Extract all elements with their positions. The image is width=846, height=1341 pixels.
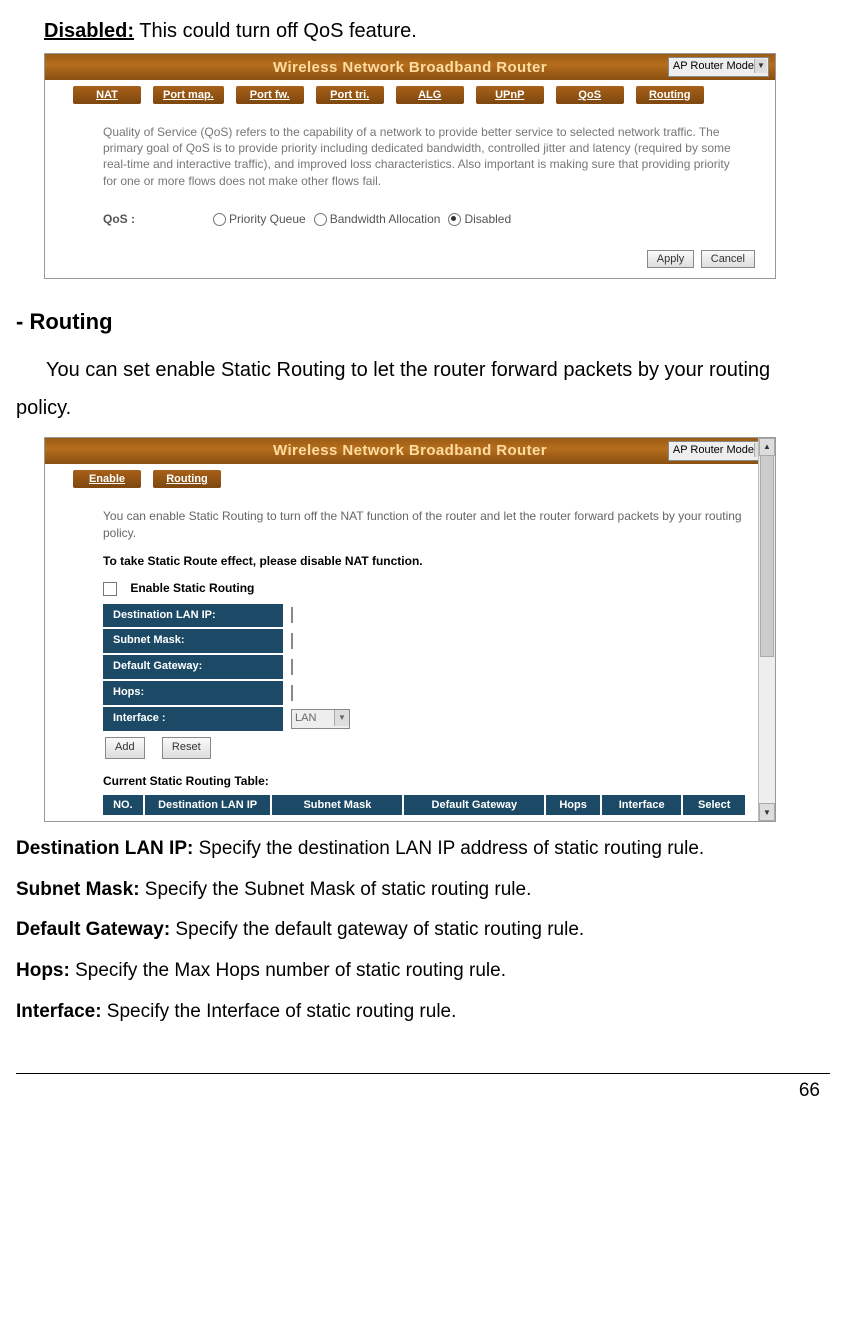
scroll-thumb[interactable]	[760, 455, 774, 657]
routing-content: You can enable Static Routing to turn of…	[45, 494, 775, 821]
reset-button[interactable]: Reset	[162, 737, 211, 759]
tab-alg[interactable]: ALG	[396, 86, 464, 104]
tab-port-tri[interactable]: Port tri.	[316, 86, 384, 104]
nav-tabs: NAT Port map. Port fw. Port tri. ALG UPn…	[45, 80, 775, 110]
dg-label: Default Gateway:	[103, 654, 283, 680]
qos-label: QoS :	[103, 211, 213, 227]
def-hops: Hops: Specify the Max Hops number of sta…	[16, 958, 830, 985]
enable-checkbox[interactable]	[103, 582, 117, 596]
mode-select[interactable]: AP Router Mode ▼	[668, 441, 769, 461]
add-button[interactable]: Add	[105, 737, 145, 759]
routing-heading: - Routing	[16, 309, 830, 335]
routing-screenshot: Wireless Network Broadband Router AP Rou…	[44, 437, 776, 822]
page-number: 66	[799, 1080, 820, 1101]
banner-title: Wireless Network Broadband Router	[273, 442, 547, 459]
hops-input[interactable]	[291, 685, 293, 701]
iface-label: Interface :	[103, 706, 283, 732]
scrollbar[interactable]: ▲ ▼	[758, 438, 775, 821]
chevron-down-icon: ▼	[334, 710, 349, 726]
tab-nat[interactable]: NAT	[73, 86, 141, 104]
th-sel: Select	[682, 795, 745, 816]
mode-select-value: AP Router Mode	[673, 444, 754, 456]
tab-port-map[interactable]: Port map.	[153, 86, 224, 104]
opt-bandwidth-allocation[interactable]: Bandwidth Allocation	[314, 211, 441, 227]
def-sm: Subnet Mask: Specify the Subnet Mask of …	[16, 877, 830, 904]
definitions: Destination LAN IP: Specify the destinat…	[16, 836, 830, 1025]
iface-select[interactable]: LAN▼	[291, 709, 350, 729]
routing-paragraph: You can set enable Static Routing to let…	[16, 351, 830, 427]
routing-description: You can enable Static Routing to turn of…	[103, 508, 745, 543]
qos-screenshot: Wireless Network Broadband Router AP Rou…	[44, 53, 776, 279]
tab-upnp[interactable]: UPnP	[476, 86, 544, 104]
sm-input[interactable]	[291, 633, 293, 649]
sm-label: Subnet Mask:	[103, 628, 283, 654]
disabled-label: Disabled:	[44, 20, 134, 42]
dg-input[interactable]	[291, 659, 293, 675]
form-buttons: Add Reset	[103, 737, 745, 759]
enable-label: Enable Static Routing	[130, 581, 254, 595]
page-footer: 66	[16, 1073, 830, 1102]
th-if: Interface	[601, 795, 682, 816]
qos-description: Quality of Service (QoS) refers to the c…	[103, 124, 745, 189]
nav-tabs: Enable Routing	[45, 464, 775, 494]
th-dlan: Destination LAN IP	[144, 795, 272, 816]
router-banner: Wireless Network Broadband Router AP Rou…	[45, 54, 775, 80]
opt-disabled[interactable]: Disabled	[448, 211, 511, 227]
radio-icon	[213, 213, 226, 226]
cancel-button[interactable]: Cancel	[701, 250, 755, 268]
tab-routing[interactable]: Routing	[153, 470, 221, 488]
enable-row: Enable Static Routing	[103, 580, 745, 597]
routing-table: NO. Destination LAN IP Subnet Mask Defau…	[103, 795, 745, 816]
action-buttons: Apply Cancel	[45, 241, 775, 278]
hops-label: Hops:	[103, 680, 283, 706]
def-if: Interface: Specify the Interface of stat…	[16, 999, 830, 1026]
current-table-title: Current Static Routing Table:	[103, 773, 745, 790]
qos-options: Priority Queue Bandwidth Allocation Disa…	[213, 211, 511, 227]
disabled-text: This could turn off QoS feature.	[134, 20, 417, 42]
chevron-down-icon: ▼	[754, 59, 767, 73]
tab-routing[interactable]: Routing	[636, 86, 704, 104]
banner-title: Wireless Network Broadband Router	[273, 59, 547, 76]
def-dg: Default Gateway: Specify the default gat…	[16, 917, 830, 944]
disabled-line: Disabled: This could turn off QoS featur…	[44, 20, 830, 43]
def-dlan: Destination LAN IP: Specify the destinat…	[16, 836, 830, 863]
tab-enable[interactable]: Enable	[73, 470, 141, 488]
dlan-label: Destination LAN IP:	[103, 604, 283, 629]
mode-select[interactable]: AP Router Mode ▼	[668, 57, 769, 77]
qos-content: Quality of Service (QoS) refers to the c…	[45, 110, 775, 241]
radio-icon	[314, 213, 327, 226]
dlan-input[interactable]	[291, 607, 293, 623]
tab-qos[interactable]: QoS	[556, 86, 624, 104]
router-banner: Wireless Network Broadband Router AP Rou…	[45, 438, 775, 464]
th-no: NO.	[103, 795, 144, 816]
scroll-down-icon[interactable]: ▼	[759, 803, 775, 821]
mode-select-value: AP Router Mode	[673, 60, 754, 72]
routing-note: To take Static Route effect, please disa…	[103, 553, 745, 570]
radio-icon	[448, 213, 461, 226]
tab-port-fw[interactable]: Port fw.	[236, 86, 304, 104]
opt-priority-queue[interactable]: Priority Queue	[213, 211, 306, 227]
routing-form: Destination LAN IP: Subnet Mask: Default…	[103, 604, 358, 734]
apply-button[interactable]: Apply	[647, 250, 695, 268]
th-sm: Subnet Mask	[271, 795, 403, 816]
scroll-up-icon[interactable]: ▲	[759, 438, 775, 456]
th-dg: Default Gateway	[403, 795, 545, 816]
th-hops: Hops	[545, 795, 601, 816]
qos-row: QoS : Priority Queue Bandwidth Allocatio…	[103, 211, 745, 227]
